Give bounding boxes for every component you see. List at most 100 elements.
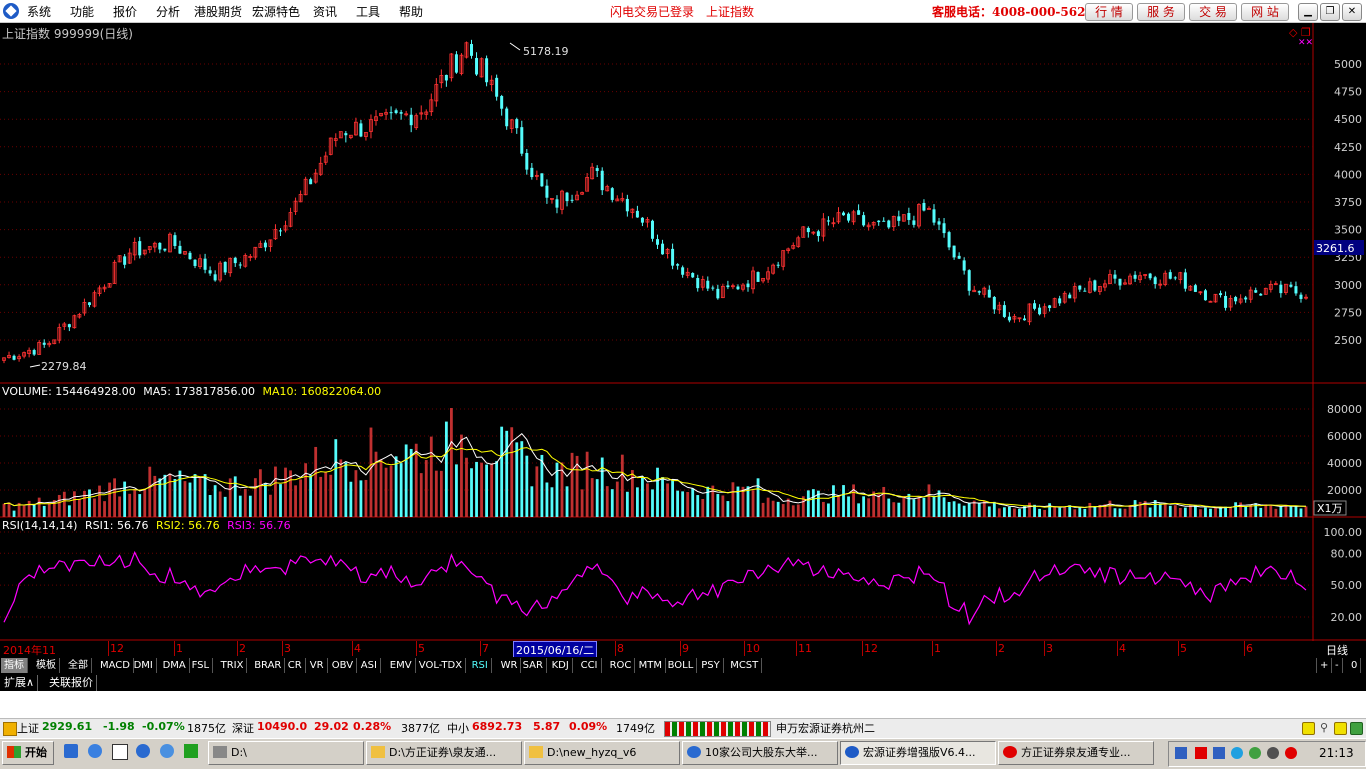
menu-system[interactable]: 系统 — [27, 3, 51, 20]
related-quotes-tab[interactable]: 关联报价 — [46, 675, 97, 691]
tab-mtm[interactable]: MTM — [636, 658, 666, 673]
volume-bar — [27, 500, 31, 517]
tab-全部[interactable]: 全部 — [65, 658, 92, 673]
task-fangzheng-pro[interactable]: 方正证券泉友通专业... — [998, 741, 1154, 765]
expand-tab[interactable]: 扩展∧ — [1, 675, 39, 691]
task-hongyuan-active[interactable]: 宏源证券增强版V6.4... — [840, 741, 996, 765]
quote-button[interactable]: 行 情 — [1085, 3, 1133, 21]
candle-body — [656, 239, 660, 245]
trade-button[interactable]: 交 易 — [1189, 3, 1237, 21]
volume-bar — [796, 504, 800, 517]
clock[interactable]: 21:13 — [1319, 746, 1354, 760]
tab-wr[interactable]: WR — [498, 658, 522, 673]
sz-label: 深证 — [232, 722, 254, 735]
tab-rsi[interactable]: RSI — [469, 658, 492, 673]
tab-reset-button[interactable]: 0 — [1348, 658, 1362, 673]
start-button[interactable]: 开始 — [2, 741, 54, 765]
candle-body — [163, 248, 167, 251]
chart-window-icons[interactable]: ◇ ❐ — [1289, 26, 1311, 39]
flash-trade-status[interactable]: 闪电交易已登录 — [610, 3, 694, 20]
tab-roc[interactable]: ROC — [607, 658, 636, 673]
volume-bar — [193, 474, 197, 517]
candle-body — [887, 220, 891, 228]
tab-add-button[interactable]: + — [1316, 658, 1333, 673]
volume-bar — [419, 473, 423, 517]
volume-bar — [947, 501, 951, 517]
period-label[interactable]: 日线 — [1326, 642, 1348, 658]
menu-hk-futures[interactable]: 港股期货 — [194, 3, 242, 20]
menu-tools[interactable]: 工具 — [356, 3, 380, 20]
quicklaunch-ie2-icon[interactable] — [136, 744, 150, 758]
time-axis-month: 12 — [110, 642, 124, 655]
tray-stop-icon[interactable] — [1285, 747, 1297, 759]
service-button[interactable]: 服 务 — [1137, 3, 1185, 21]
connection-icon[interactable]: ⚲ — [1320, 721, 1328, 734]
candle-body — [650, 220, 654, 239]
tab-obv[interactable]: OBV — [329, 658, 358, 673]
tab-emv[interactable]: EMV — [387, 658, 416, 673]
tab-brar[interactable]: BRAR — [251, 658, 286, 673]
tab-mcst[interactable]: MCST — [727, 658, 763, 673]
tab-指标[interactable]: 指标 — [1, 658, 28, 673]
online-icon[interactable] — [1350, 722, 1363, 735]
tab-fsl[interactable]: FSL — [189, 658, 214, 673]
tab-psy[interactable]: PSY — [698, 658, 724, 673]
task-browser-news[interactable]: 10家公司大股东大举... — [682, 741, 838, 765]
website-button[interactable]: 网 站 — [1241, 3, 1289, 21]
volume-bar — [228, 478, 232, 517]
tray-volume-icon[interactable] — [1267, 747, 1279, 759]
volume-bar — [470, 468, 473, 517]
tab-macd[interactable]: MACD — [97, 658, 134, 673]
tab-dmi[interactable]: DMI — [131, 658, 157, 673]
restore-icon[interactable]: ❐ — [1320, 3, 1340, 21]
tab-cr[interactable]: CR — [285, 658, 306, 673]
sh-amount: 1875亿 — [187, 722, 226, 735]
volume-bar — [98, 485, 101, 517]
menu-help[interactable]: 帮助 — [399, 3, 423, 20]
quicklaunch-browser-icon[interactable] — [88, 744, 102, 758]
tray-app-icon[interactable] — [1249, 747, 1261, 759]
tab-trix[interactable]: TRIX — [218, 658, 248, 673]
tray-keyboard-icon[interactable] — [1175, 747, 1187, 759]
quicklaunch-search-icon[interactable] — [160, 744, 174, 758]
tab-remove-button[interactable]: - — [1332, 658, 1343, 673]
quicklaunch-ie-icon[interactable] — [64, 744, 78, 758]
candle-body — [1299, 294, 1303, 299]
quicklaunch-app-icon[interactable] — [184, 744, 198, 758]
tab-模板[interactable]: 模板 — [33, 658, 60, 673]
tray-network-icon[interactable] — [1231, 747, 1243, 759]
close-icon[interactable]: ✕ — [1342, 3, 1362, 21]
notice-icon[interactable] — [1302, 722, 1315, 735]
tray-ime-icon[interactable] — [1213, 747, 1225, 759]
menu-analysis[interactable]: 分析 — [156, 3, 180, 20]
tab-boll[interactable]: BOLL — [665, 658, 698, 673]
volume-bar — [264, 483, 267, 517]
tab-sar[interactable]: SAR — [520, 658, 547, 673]
tab-asi[interactable]: ASI — [358, 658, 381, 673]
message-icon[interactable] — [1334, 722, 1347, 735]
minimize-icon[interactable]: ▁ — [1298, 3, 1318, 21]
menu-news[interactable]: 资讯 — [313, 3, 337, 20]
status-icon[interactable] — [3, 722, 17, 736]
tab-vr[interactable]: VR — [307, 658, 328, 673]
menu-hongyuan[interactable]: 宏源特色 — [252, 3, 300, 20]
task-drive-d[interactable]: D:\ — [208, 741, 364, 765]
volume-bar — [907, 493, 911, 517]
volume-bar — [1118, 508, 1122, 517]
volume-bar — [83, 490, 86, 517]
tray-security-icon[interactable] — [1195, 747, 1207, 759]
quicklaunch-desktop-icon[interactable] — [112, 744, 128, 760]
volume-bar — [389, 465, 393, 517]
task-folder-hyzq[interactable]: D:\new_hyzq_v6 — [524, 741, 680, 765]
tab-dma[interactable]: DMA — [160, 658, 190, 673]
task-folder-fangzheng[interactable]: D:\方正证券\泉友通... — [366, 741, 522, 765]
tab-kdj[interactable]: KDJ — [549, 658, 573, 673]
volume-bar — [1048, 503, 1052, 517]
kline-chart[interactable]: 5000475045004250400037503500325030002750… — [0, 23, 1366, 641]
menu-quote[interactable]: 报价 — [113, 3, 137, 20]
volume-bar — [1058, 507, 1062, 517]
tab-cci[interactable]: CCI — [578, 658, 602, 673]
volume-bar — [661, 477, 664, 517]
tab-vol-tdx[interactable]: VOL-TDX — [416, 658, 467, 673]
menu-function[interactable]: 功能 — [70, 3, 94, 20]
